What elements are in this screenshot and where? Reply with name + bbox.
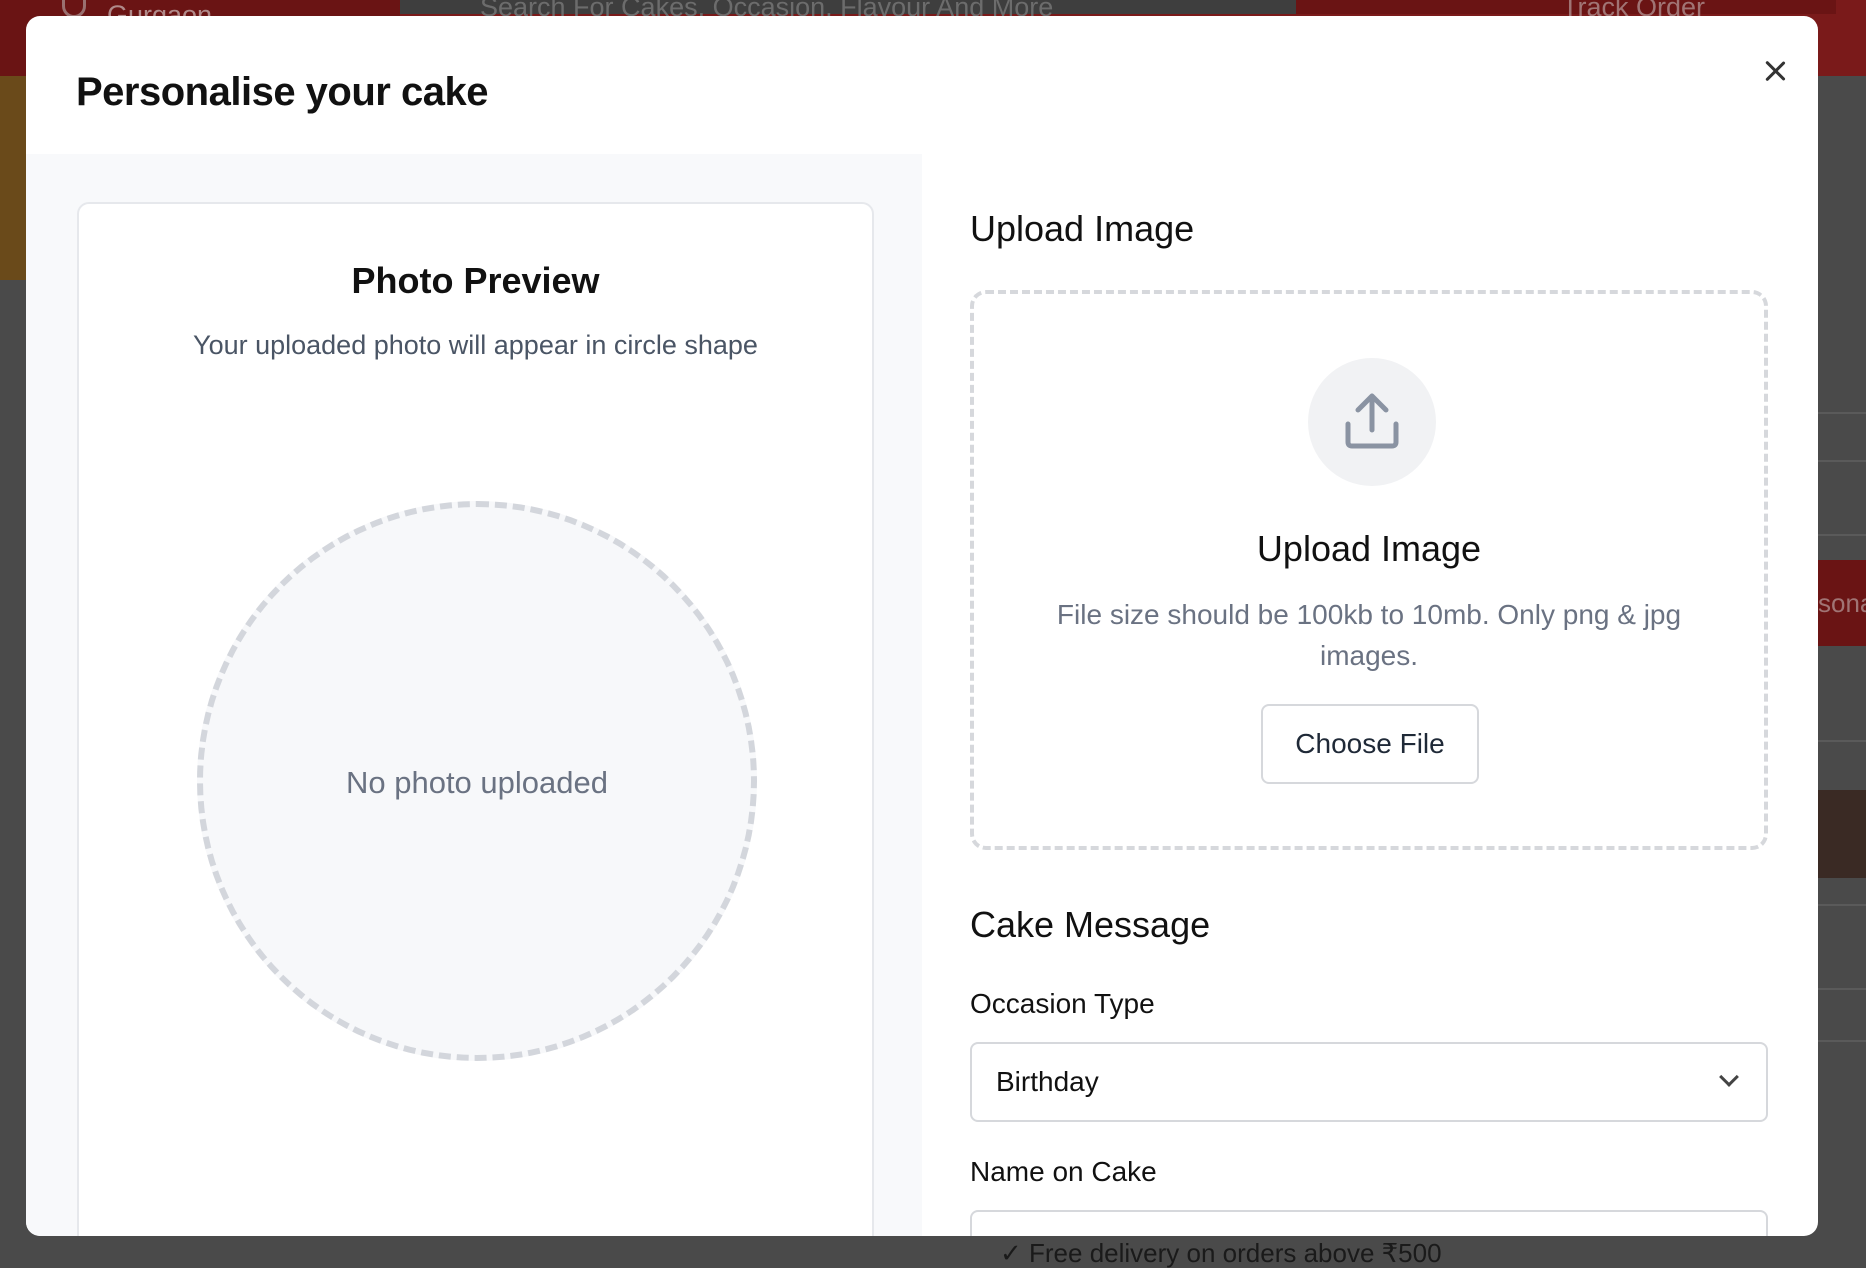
chevron-down-icon: [1719, 1067, 1739, 1087]
free-delivery-note: ✓ Free delivery on orders above ₹500: [1000, 1238, 1442, 1268]
photo-preview-card: Photo Preview Your uploaded photo will a…: [77, 202, 874, 1236]
preview-pane: Photo Preview Your uploaded photo will a…: [26, 154, 922, 1236]
upload-icon: [1345, 393, 1399, 449]
upload-icon-circle: [1308, 358, 1436, 486]
divider: [1818, 412, 1866, 414]
name-on-cake-input[interactable]: [970, 1210, 1768, 1236]
choose-file-button[interactable]: Choose File: [1261, 704, 1479, 784]
dropzone-title: Upload Image: [1256, 528, 1482, 569]
divider: [1818, 534, 1866, 536]
file-size-hint: File size should be 100kb to 10mb. Only …: [1056, 599, 1682, 671]
divider: [1818, 988, 1866, 990]
cake-message-title: Cake Message: [970, 904, 1211, 945]
preview-subtitle: Your uploaded photo will appear in circl…: [193, 330, 758, 360]
divider: [1818, 740, 1866, 742]
form-pane: Upload Image Upload Image File size shou…: [970, 16, 1770, 1236]
add-to-cart-bg[interactable]: [1818, 790, 1866, 878]
preview-title: Photo Preview: [351, 260, 600, 301]
personalise-button-label: sona: [1818, 588, 1866, 618]
modal-title: Personalise your cake: [76, 70, 488, 114]
occasion-type-label: Occasion Type: [970, 988, 1155, 1019]
photo-preview-circle: No photo uploaded: [197, 501, 757, 1061]
divider: [1818, 904, 1866, 906]
occasion-type-select[interactable]: Birthday: [970, 1042, 1768, 1122]
personalise-button-bg[interactable]: sona: [1818, 560, 1866, 646]
divider: [1818, 460, 1866, 462]
upload-section-title: Upload Image: [970, 208, 1195, 249]
track-order-button[interactable]: Track Order: [1296, 0, 1836, 22]
personalise-modal: Personalise your cake Photo Preview Your…: [26, 16, 1818, 1236]
upload-dropzone[interactable]: Upload Image File size should be 100kb t…: [970, 290, 1768, 850]
occasion-type-value: Birthday: [996, 1066, 1099, 1097]
divider: [1818, 1040, 1866, 1042]
search-bar[interactable]: Search For Cakes, Occasion, Flavour And …: [400, 0, 1296, 22]
no-photo-text: No photo uploaded: [345, 765, 608, 800]
name-on-cake-label: Name on Cake: [970, 1156, 1157, 1187]
hero-banner: [0, 76, 26, 280]
